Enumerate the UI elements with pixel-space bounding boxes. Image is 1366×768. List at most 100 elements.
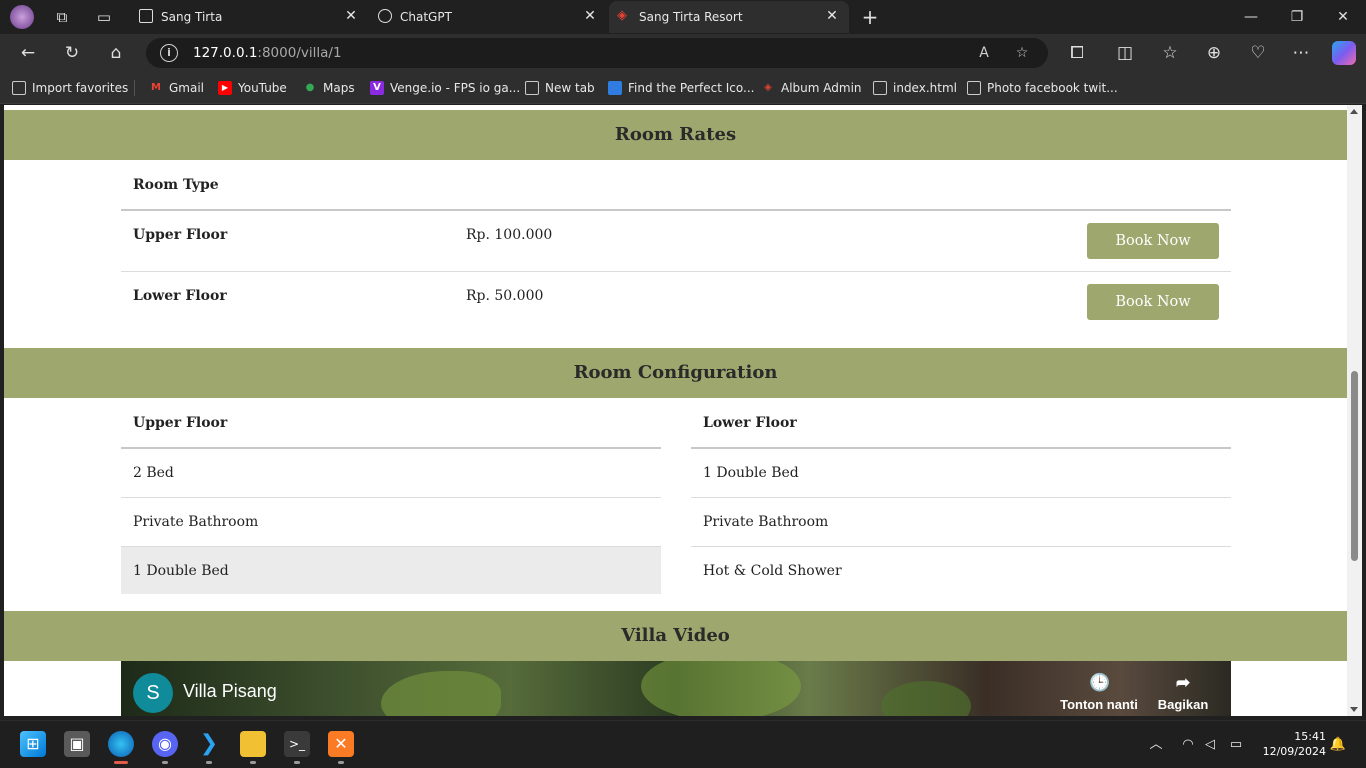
channel-avatar[interactable]: S <box>133 673 173 713</box>
fav-label: YouTube <box>238 81 287 95</box>
system-clock[interactable]: 15:41 12/09/2024 <box>1256 729 1326 759</box>
copilot-icon[interactable] <box>1332 41 1356 65</box>
battery-icon[interactable]: ▭ <box>1226 735 1246 755</box>
terminal-icon[interactable]: >_ <box>284 731 310 757</box>
fav-album-admin[interactable]: ◈ Album Admin <box>761 79 861 97</box>
scrollbar-thumb[interactable] <box>1351 371 1358 561</box>
favorites-icon[interactable]: ☆ <box>1159 42 1181 64</box>
url-text[interactable]: 127.0.0.1:8000/villa/1 <box>193 45 342 61</box>
share-icon: ➦ <box>1175 673 1191 692</box>
tab-sang-tirta-resort[interactable]: ◈ Sang Tirta Resort ✕ <box>609 1 849 33</box>
address-bar[interactable]: i 127.0.0.1:8000/villa/1 A ☆ <box>146 38 1048 68</box>
room-type-lower: Lower Floor <box>133 288 227 304</box>
site-info-icon[interactable]: i <box>160 44 178 62</box>
wifi-icon[interactable]: ◠ <box>1178 735 1198 755</box>
xampp-icon[interactable]: ✕ <box>328 731 354 757</box>
page-content: Room Rates Room Type Upper Floor Rp. 100… <box>4 105 1347 716</box>
vscode-icon[interactable]: ❯ <box>196 731 222 757</box>
running-indicator <box>250 761 256 764</box>
upper-floor-title: Upper Floor <box>133 415 228 431</box>
video-frame <box>381 671 501 716</box>
video-player[interactable]: S Villa Pisang 🕒 Tonton nanti ➦ Bagikan <box>121 661 1231 716</box>
edge-icon[interactable] <box>108 731 134 757</box>
home-icon[interactable]: ⌂ <box>105 42 127 64</box>
windows-start-icon[interactable]: ⊞ <box>20 731 46 757</box>
table-divider <box>121 209 1231 211</box>
video-title[interactable]: Villa Pisang <box>183 681 277 702</box>
navigation-bar: ← ↻ ⌂ i 127.0.0.1:8000/villa/1 A ☆ ⧠ ◫ ☆… <box>0 34 1366 72</box>
close-tab-icon[interactable]: ✕ <box>581 7 599 25</box>
upper-item: Private Bathroom <box>133 514 259 530</box>
share-label: Bagikan <box>1157 697 1209 712</box>
show-hidden-icons-icon[interactable]: ︿ <box>1146 735 1166 755</box>
file-explorer-icon[interactable] <box>240 731 266 757</box>
tab-chatgpt[interactable]: ChatGPT ✕ <box>370 1 607 33</box>
active-indicator <box>114 761 128 764</box>
fav-photo-facebook[interactable]: Photo facebook twit... <box>967 79 1118 97</box>
room-price-upper: Rp. 100.000 <box>466 227 553 243</box>
running-indicator <box>294 761 300 764</box>
notification-bell-icon[interactable]: 🔔 <box>1328 735 1348 755</box>
room-price-lower: Rp. 50.000 <box>466 288 544 304</box>
discord-icon[interactable]: ◉ <box>152 731 178 757</box>
table-divider <box>691 447 1231 449</box>
fav-find-icons[interactable]: Find the Perfect Ico... <box>608 79 754 97</box>
close-tab-icon[interactable]: ✕ <box>342 7 360 25</box>
split-screen-icon[interactable]: ◫ <box>1114 42 1136 64</box>
back-icon[interactable]: ← <box>17 42 39 64</box>
newtab-icon <box>525 81 539 95</box>
close-tab-icon[interactable]: ✕ <box>823 7 841 25</box>
read-aloud-icon[interactable]: A <box>974 43 994 63</box>
favorite-star-icon[interactable]: ☆ <box>1012 43 1032 63</box>
fav-label: Gmail <box>169 81 205 95</box>
book-now-lower-button[interactable]: Book Now <box>1087 284 1219 320</box>
favorites-bar: Import favorites M Gmail ▶ YouTube ● Maps V… <box>0 72 1366 104</box>
video-frame <box>641 661 801 716</box>
fav-index-html[interactable]: index.html <box>873 79 957 97</box>
clock-time: 15:41 <box>1294 730 1326 743</box>
fav-import-favorites[interactable]: Import favorites <box>12 79 128 97</box>
tab-label: Sang Tirta Resort <box>639 10 743 24</box>
book-now-upper-button[interactable]: Book Now <box>1087 223 1219 259</box>
youtube-icon: ▶ <box>218 81 232 95</box>
minimize-button[interactable]: — <box>1236 5 1266 29</box>
scroll-up-icon[interactable] <box>1350 109 1358 114</box>
villa-video-heading: Villa Video <box>4 611 1347 661</box>
scroll-down-icon[interactable] <box>1350 707 1358 712</box>
maximize-button[interactable]: ❐ <box>1282 5 1312 29</box>
workspaces-icon[interactable]: ⧉ <box>52 7 72 27</box>
share-button[interactable]: ➦ Bagikan <box>1143 673 1223 712</box>
chatgpt-icon <box>378 9 392 23</box>
table-divider <box>121 271 1231 272</box>
fav-venge[interactable]: V Venge.io - FPS io ga... <box>370 79 520 97</box>
fav-new-tab[interactable]: New tab <box>525 79 595 97</box>
tab-sang-tirta[interactable]: Sang Tirta ✕ <box>131 1 368 33</box>
watch-later-button[interactable]: 🕒 Tonton nanti <box>1059 673 1139 712</box>
close-window-button[interactable]: ✕ <box>1328 5 1358 29</box>
collections-icon[interactable]: ⊕ <box>1203 42 1225 64</box>
lower-item: Hot & Cold Shower <box>703 563 842 579</box>
running-indicator <box>162 761 168 764</box>
performance-icon[interactable]: ♡ <box>1247 42 1269 64</box>
task-view-icon[interactable]: ▣ <box>64 731 90 757</box>
watch-later-label: Tonton nanti <box>1060 697 1138 712</box>
tab-actions-icon[interactable]: ▭ <box>94 7 114 27</box>
refresh-icon[interactable]: ↻ <box>61 42 83 64</box>
gmail-icon: M <box>151 82 161 93</box>
profile-avatar[interactable] <box>10 5 34 29</box>
new-tab-button[interactable]: + <box>860 7 880 27</box>
running-indicator <box>338 761 344 764</box>
fav-maps[interactable]: ● Maps <box>303 79 355 97</box>
flag-icon <box>608 81 622 95</box>
upper-item: 1 Double Bed <box>133 563 229 579</box>
fav-gmail[interactable]: M Gmail <box>149 79 204 97</box>
video-frame <box>881 681 971 716</box>
lower-item: 1 Double Bed <box>703 465 799 481</box>
fav-youtube[interactable]: ▶ YouTube <box>218 79 287 97</box>
page-scrollbar[interactable] <box>1347 105 1362 716</box>
extensions-icon[interactable]: ⧠ <box>1066 42 1088 64</box>
upper-item: 2 Bed <box>133 465 174 481</box>
volume-icon[interactable]: ◁ <box>1200 735 1220 755</box>
more-icon[interactable]: ⋯ <box>1290 42 1312 64</box>
maps-icon: ● <box>305 82 315 93</box>
